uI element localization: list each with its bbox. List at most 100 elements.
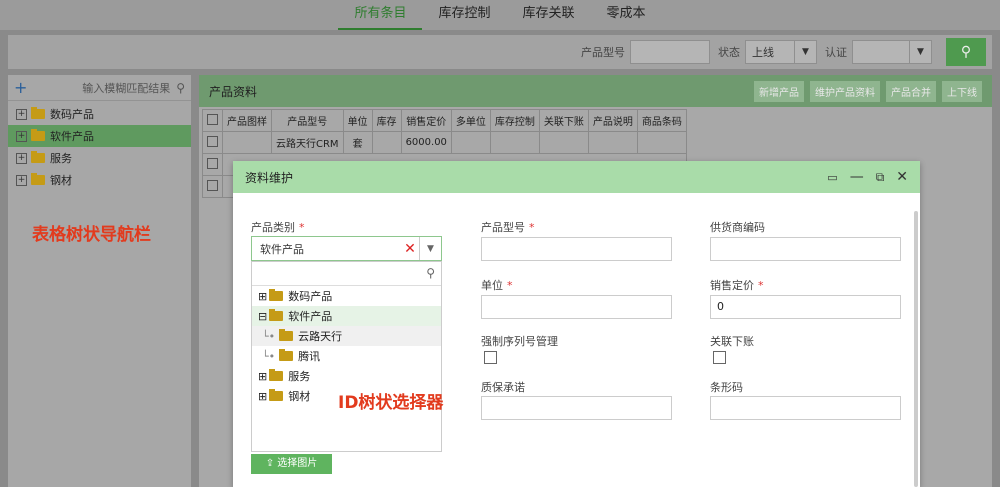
column-header: 多单位 xyxy=(450,109,491,132)
dropdown-item-label: 云路天行 xyxy=(298,330,343,343)
edit-dialog: 资料维护 ▭ — ⧉ ✕ 产品类别 * 软件产品 ✕ ▼ ⚲ ⊞ 数码产品 ⊟ 软件产… xyxy=(233,161,920,487)
barcode-input[interactable] xyxy=(710,396,901,420)
supplier-code-input[interactable] xyxy=(710,237,901,261)
tree-item-service[interactable]: + 服务 xyxy=(8,147,191,169)
table-header-row: 产品图样 产品型号 单位 库存 销售定价 多单位 库存控制 关联下账 产品说明 … xyxy=(202,109,687,132)
dialog-header: 资料维护 ▭ — ⧉ ✕ xyxy=(233,161,920,193)
product-model-link[interactable]: 云路天行CRM xyxy=(271,131,344,154)
select-all-cell[interactable] xyxy=(202,109,223,132)
dropdown-item-yunlu[interactable]: └• 云路天行 xyxy=(252,326,441,346)
id-tree-annotation: ID树状选择器 xyxy=(338,393,444,413)
folder-icon xyxy=(269,289,284,301)
checkbox[interactable] xyxy=(207,135,218,147)
status-filter-label: 状态 xyxy=(718,46,740,59)
cert-filter-label: 认证 xyxy=(825,46,847,59)
warranty-input[interactable] xyxy=(481,396,672,420)
product-panel-title: 产品资料 xyxy=(209,84,258,99)
folder-icon xyxy=(269,309,284,321)
unit-input[interactable] xyxy=(481,295,672,319)
screen-icon[interactable]: ▭ xyxy=(827,171,837,184)
folder-icon xyxy=(31,107,45,119)
unit-cell: 套 xyxy=(342,131,373,154)
tab-zero-cost[interactable]: 零成本 xyxy=(591,0,662,30)
column-header: 商品条码 xyxy=(636,109,687,132)
price-cell: 6000.00 xyxy=(400,131,452,154)
unit-label: 单位 * xyxy=(481,279,513,292)
expand-icon[interactable]: ⊞ xyxy=(258,290,267,303)
close-icon[interactable]: ✕ xyxy=(896,169,908,185)
expand-icon[interactable]: + xyxy=(16,152,27,164)
search-icon[interactable]: ⚲ xyxy=(176,81,185,95)
tree-item-software[interactable]: + 软件产品 xyxy=(8,125,191,147)
column-header: 销售定价 xyxy=(400,109,452,132)
link-account-checkbox[interactable] xyxy=(713,351,726,364)
folder-icon xyxy=(31,173,45,185)
checkbox[interactable] xyxy=(207,179,218,191)
tree-nav-annotation: 表格树状导航栏 xyxy=(32,225,151,245)
chevron-down-icon[interactable]: ▼ xyxy=(419,237,441,260)
column-header: 关联下账 xyxy=(538,109,589,132)
search-icon: ⚲ xyxy=(426,266,435,280)
dropdown-search-input[interactable]: ⚲ xyxy=(252,262,441,286)
expand-icon[interactable]: + xyxy=(16,130,27,142)
dialog-title: 资料维护 xyxy=(245,170,294,185)
model-filter-label: 产品型号 xyxy=(581,46,625,59)
category-tree-select[interactable]: 软件产品 ✕ ▼ xyxy=(251,236,442,261)
table-row[interactable]: 云路天行CRM 套 6000.00 xyxy=(202,131,687,154)
model-filter-input[interactable] xyxy=(630,40,710,64)
dropdown-item-label: 数码产品 xyxy=(288,290,333,303)
model-input[interactable] xyxy=(481,237,672,261)
chevron-down-icon: ▼ xyxy=(794,41,816,63)
expand-icon[interactable]: + xyxy=(16,108,27,120)
expand-icon[interactable]: ⊞ xyxy=(258,390,267,403)
tab-all-items[interactable]: 所有条目 xyxy=(338,0,423,30)
edit-product-button[interactable]: 维护产品资料 xyxy=(810,80,880,102)
search-button[interactable]: ⚲ xyxy=(946,38,986,66)
folder-icon xyxy=(31,129,45,141)
maximize-icon[interactable]: ⧉ xyxy=(876,170,885,185)
dropdown-item-label: 软件产品 xyxy=(288,310,333,323)
column-header: 库存控制 xyxy=(489,109,540,132)
tree-item-digital[interactable]: + 数码产品 xyxy=(8,103,191,125)
merge-product-button[interactable]: 产品合并 xyxy=(886,80,936,102)
column-header: 库存 xyxy=(371,109,402,132)
folder-icon xyxy=(31,151,45,163)
checkbox[interactable] xyxy=(207,157,218,169)
dialog-scrollbar[interactable] xyxy=(914,211,918,487)
model-label: 产品型号 * xyxy=(481,221,535,234)
tree-item-steel[interactable]: + 钢材 xyxy=(8,169,191,191)
clear-icon[interactable]: ✕ xyxy=(401,241,419,257)
collapse-icon[interactable]: ⊟ xyxy=(258,310,267,323)
tree-item-label: 服务 xyxy=(50,152,72,165)
add-category-button[interactable]: + xyxy=(14,78,32,97)
category-label: 产品类别 * xyxy=(251,221,305,234)
chevron-down-icon: ▼ xyxy=(909,41,931,63)
tab-inventory-control[interactable]: 库存控制 xyxy=(422,0,506,30)
upload-image-button[interactable]: ⇪ 选择图片 xyxy=(251,454,332,474)
dropdown-item-tencent[interactable]: └• 腾讯 xyxy=(252,346,441,366)
cert-filter-select[interactable]: ▼ xyxy=(852,40,932,64)
dropdown-item-service[interactable]: ⊞ 服务 xyxy=(252,366,441,386)
status-filter-value: 上线 xyxy=(752,46,774,59)
tree-search-input[interactable]: 输入模糊匹配结果 xyxy=(32,80,176,96)
checkbox[interactable] xyxy=(207,113,218,125)
add-product-button[interactable]: 新增产品 xyxy=(754,80,804,102)
dropdown-item-label: 腾讯 xyxy=(298,350,321,363)
folder-icon xyxy=(279,329,294,341)
minimize-icon[interactable]: — xyxy=(850,169,864,185)
dropdown-item-digital[interactable]: ⊞ 数码产品 xyxy=(252,286,441,306)
expand-icon[interactable]: ⊞ xyxy=(258,370,267,383)
column-header: 单位 xyxy=(342,109,373,132)
tree-nav-panel: + 输入模糊匹配结果 ⚲ + 数码产品 + 软件产品 + 服务 + 钢材 xyxy=(8,75,191,487)
expand-icon[interactable]: + xyxy=(16,174,27,186)
status-filter-select[interactable]: 上线 ▼ xyxy=(745,40,817,64)
category-value: 软件产品 xyxy=(260,242,304,256)
serial-checkbox[interactable] xyxy=(484,351,497,364)
tab-inventory-link[interactable]: 库存关联 xyxy=(507,0,591,30)
online-offline-button[interactable]: 上下线 xyxy=(942,80,982,102)
serial-label: 强制序列号管理 xyxy=(481,335,558,348)
tree-item-label: 钢材 xyxy=(50,174,72,187)
price-input[interactable]: 0 xyxy=(710,295,901,319)
column-header: 产品图样 xyxy=(222,109,272,132)
dropdown-item-software[interactable]: ⊟ 软件产品 xyxy=(252,306,441,326)
